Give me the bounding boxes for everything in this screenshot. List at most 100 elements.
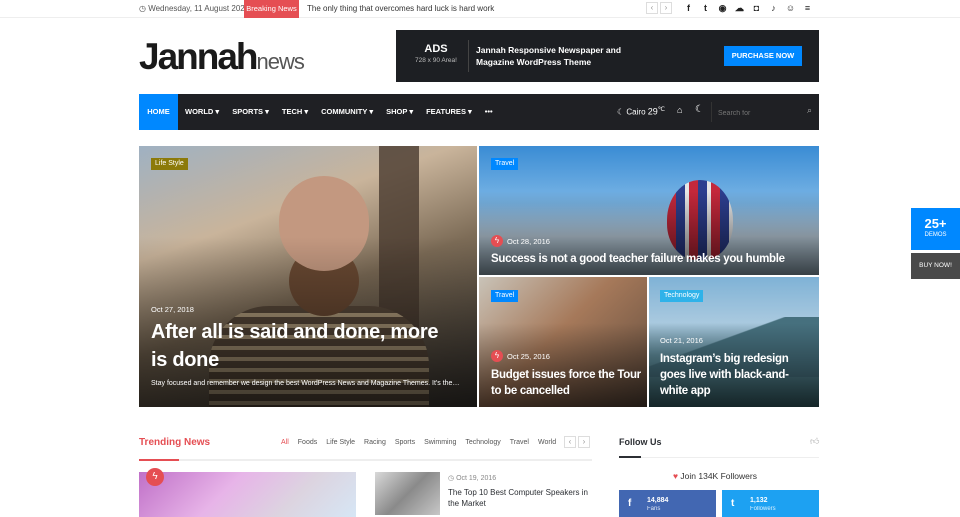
hero-top-right-post[interactable]: Travel ϟ Oct 28, 2016 Success is not a go… — [479, 146, 819, 275]
ad-label: ADS — [424, 43, 448, 55]
post-date-value: Oct 19, 2016 — [456, 475, 497, 482]
hero-main-post[interactable]: Life Style Oct 27, 2018 After all is sai… — [139, 146, 477, 407]
buy-now-button[interactable]: BUY NOW! — [911, 253, 960, 279]
user-icon[interactable]: ☺ — [785, 3, 796, 14]
moon-weather-icon: ☾ — [617, 107, 625, 117]
instagram-icon[interactable]: ◘ — [751, 3, 762, 14]
site-logo[interactable]: Jannahnews — [139, 36, 305, 78]
ad-text: Jannah Responsive Newspaper and Magazine… — [476, 45, 622, 67]
tab-racing[interactable]: Racing — [364, 439, 386, 446]
breaking-news-arrows: ‹ › — [646, 2, 672, 14]
join-text: Join 134K Followers — [680, 471, 757, 481]
post-date: ◷ Oct 19, 2016 — [448, 475, 497, 482]
main-nav: HOME WORLD ▾ SPORTS ▾ TECH ▾ COMMUNITY ▾… — [139, 94, 819, 130]
post-thumbnail[interactable] — [375, 472, 440, 515]
facebook-follow-button[interactable]: f 14,884 Fans — [619, 490, 716, 517]
breaking-news-label: Breaking News — [244, 0, 299, 18]
hero-top-right-date: Oct 28, 2016 — [507, 236, 550, 246]
tab-foods[interactable]: Foods — [298, 439, 317, 446]
weather-city: Cairo — [626, 107, 646, 117]
tag-lifestyle[interactable]: Life Style — [151, 158, 188, 170]
ad-size: 728 x 90 Area! — [415, 57, 457, 64]
search-input[interactable] — [718, 110, 798, 117]
hero-bottom-left-meta: ϟ Oct 25, 2016 — [491, 350, 550, 362]
tag-technology[interactable]: Technology — [660, 290, 704, 302]
nav-item-sports[interactable]: SPORTS ▾ — [232, 94, 269, 130]
tab-technology[interactable]: Technology — [465, 439, 500, 446]
nav-item-shop[interactable]: SHOP ▾ — [386, 94, 413, 130]
tag-travel[interactable]: Travel — [491, 158, 519, 170]
nav-item-community[interactable]: COMMUNITY ▾ — [321, 94, 373, 130]
hero-bottom-left-title[interactable]: Budget issues force the Tour to be cance… — [491, 367, 643, 399]
twitter-icon: t — [731, 498, 735, 509]
nav-item-home[interactable]: HOME — [139, 94, 178, 130]
hero-bottom-right-date: Oct 21, 2016 — [660, 336, 703, 345]
twitter-label: Followers — [750, 506, 776, 512]
facebook-label: Fans — [647, 506, 661, 512]
tab-travel[interactable]: Travel — [510, 439, 529, 446]
ad-banner[interactable]: ADS 728 x 90 Area! Jannah Responsive New… — [396, 30, 819, 82]
twitter-count: 1,132 — [750, 497, 768, 504]
thumbs-up-icon: 👍︎ — [810, 436, 820, 446]
hero-main-excerpt: Stay focused and remember we design the … — [151, 380, 460, 387]
hero-bottom-left-date: Oct 25, 2016 — [507, 351, 550, 361]
soundcloud-icon[interactable]: ☁ — [734, 3, 745, 14]
hero-main-title[interactable]: After all is said and done, more is done — [151, 318, 451, 374]
flash-icon: ϟ — [491, 235, 503, 247]
tab-life-style[interactable]: Life Style — [326, 439, 355, 446]
cart-icon[interactable]: ⌂ — [677, 105, 682, 115]
nav-search: ⌕ — [711, 102, 816, 122]
dribbble-icon[interactable]: ◉ — [717, 3, 728, 14]
chevron-left-icon[interactable]: ‹ — [646, 2, 658, 14]
facebook-icon: f — [628, 498, 632, 509]
post-title-link[interactable]: The Top 10 Best Computer Speakers in the… — [448, 487, 588, 509]
ad-label-block: ADS 728 x 90 Area! — [406, 43, 466, 64]
facebook-count: 14,884 — [647, 497, 669, 504]
breaking-news-link[interactable]: The only thing that overcomes hard luck … — [307, 4, 494, 13]
flash-icon: ϟ — [491, 350, 503, 362]
demos-button[interactable]: 25+ DEMOS — [911, 208, 960, 250]
logo-sub: news — [256, 49, 305, 74]
trending-divider — [139, 459, 592, 461]
tab-sports[interactable]: Sports — [395, 439, 415, 446]
chevron-right-icon[interactable]: › — [660, 2, 672, 14]
nav-item-world[interactable]: WORLD ▾ — [185, 94, 219, 130]
date-value: Wednesday, 11 August 2021 — [148, 4, 250, 13]
trending-heading: Trending News — [139, 437, 211, 448]
follow-divider-accent — [619, 456, 641, 458]
purchase-now-button[interactable]: PURCHASE NOW — [724, 46, 802, 66]
demos-label: DEMOS — [924, 232, 947, 238]
dark-mode-icon[interactable]: ☾ — [695, 104, 704, 115]
heart-icon: ♥ — [673, 471, 679, 481]
tiktok-icon[interactable]: ♪ — [768, 3, 779, 14]
hero-top-right-title[interactable]: Success is not a good teacher failure ma… — [491, 252, 811, 267]
weather-temp: 29 — [647, 106, 658, 117]
trending-featured-image[interactable]: ϟ — [139, 468, 356, 517]
hero-bottom-right-title[interactable]: Instagram’s big redesign goes live with … — [660, 351, 810, 399]
menu-icon[interactable]: ≡ — [802, 3, 813, 14]
hero-bottom-left-post[interactable]: Travel ϟ Oct 25, 2016 Budget issues force… — [479, 277, 647, 407]
chevron-left-icon[interactable]: ‹ — [564, 436, 576, 448]
trending-category-tabs: All Foods Life Style Racing Sports Swimm… — [281, 439, 556, 446]
logo-main: Jannah — [139, 36, 259, 77]
nav-item-features[interactable]: FEATURES ▾ — [426, 94, 472, 130]
twitter-icon[interactable]: t — [700, 3, 711, 14]
follow-divider — [619, 456, 819, 458]
nav-items: WORLD ▾ SPORTS ▾ TECH ▾ COMMUNITY ▾ SHOP… — [185, 94, 493, 130]
hero-main-date: Oct 27, 2018 — [151, 305, 194, 314]
chevron-right-icon[interactable]: › — [578, 436, 590, 448]
tab-swimming[interactable]: Swimming — [424, 439, 456, 446]
top-bar: ◷ Wednesday, 11 August 2021 Breaking New… — [0, 0, 960, 18]
ad-divider — [468, 40, 469, 72]
social-icons: f t ◉ ☁ ◘ ♪ ☺ ≡ — [683, 3, 813, 14]
tab-all[interactable]: All — [281, 439, 289, 446]
hero-bottom-right-post[interactable]: Technology Oct 21, 2016 Instagram’s big … — [649, 277, 819, 407]
flash-icon: ϟ — [146, 468, 164, 486]
twitter-follow-button[interactable]: t 1,132 Followers — [722, 490, 819, 517]
nav-item-tech[interactable]: TECH ▾ — [282, 94, 308, 130]
nav-more-icon[interactable]: ••• — [485, 94, 493, 130]
tag-travel[interactable]: Travel — [491, 290, 519, 302]
tab-world[interactable]: World — [538, 439, 556, 446]
search-icon[interactable]: ⌕ — [807, 105, 812, 116]
facebook-icon[interactable]: f — [683, 3, 694, 14]
